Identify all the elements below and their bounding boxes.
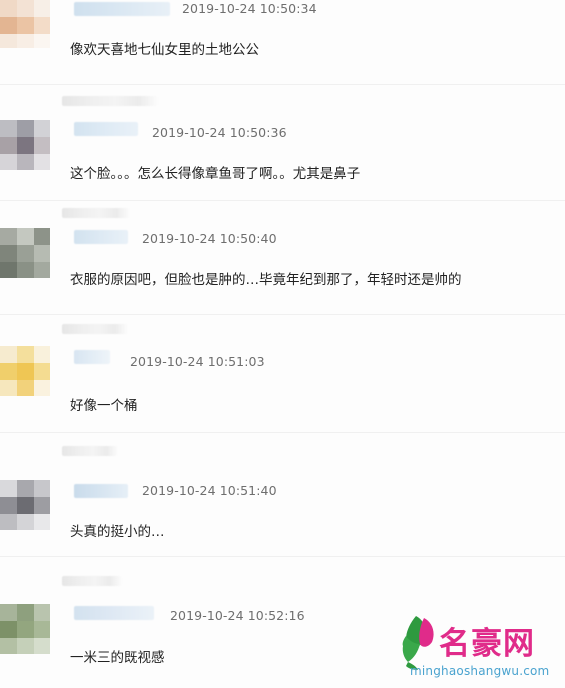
username-blurred[interactable] xyxy=(74,350,110,364)
comment-text: 像欢天喜地七仙女里的土地公公 xyxy=(70,42,259,58)
watermark-url: minghaoshangwu.com xyxy=(410,664,550,678)
blurred-reply-context xyxy=(62,446,118,456)
avatar[interactable] xyxy=(0,0,50,48)
blurred-reply-context xyxy=(62,576,122,586)
avatar[interactable] xyxy=(0,480,50,530)
username-blurred[interactable] xyxy=(74,122,138,136)
comment-text: 好像一个桶 xyxy=(70,398,138,414)
avatar[interactable] xyxy=(0,228,50,278)
avatar[interactable] xyxy=(0,120,50,170)
username-blurred[interactable] xyxy=(74,2,170,16)
leaf-head-logo-icon xyxy=(402,616,434,670)
blurred-reply-context xyxy=(62,324,128,334)
comment-timestamp: 2019-10-24 10:50:40 xyxy=(142,231,277,246)
comment-text: 一米三的既视感 xyxy=(70,650,165,666)
site-watermark: 名豪网 minghaoshangwu.com xyxy=(394,612,562,686)
comment-timestamp: 2019-10-24 10:51:40 xyxy=(142,483,277,498)
comment-timestamp: 2019-10-24 10:52:16 xyxy=(170,608,305,623)
avatar[interactable] xyxy=(0,604,50,654)
comment-feed: 2019-10-24 10:50:34 像欢天喜地七仙女里的土地公公 2019-… xyxy=(0,0,565,688)
comment-timestamp: 2019-10-24 10:50:36 xyxy=(152,125,287,140)
comment-text: 衣服的原因吧，但脸也是肿的…毕竟年纪到那了，年轻时还是帅的 xyxy=(70,272,462,288)
username-blurred[interactable] xyxy=(74,230,128,244)
comment-timestamp: 2019-10-24 10:51:03 xyxy=(130,354,265,369)
divider xyxy=(0,556,565,557)
comment-timestamp: 2019-10-24 10:50:34 xyxy=(182,1,317,16)
divider xyxy=(0,314,565,315)
username-blurred[interactable] xyxy=(74,484,128,498)
comment-text: 这个脸。。。怎么长得像章鱼哥了啊。。尤其是鼻子 xyxy=(70,166,361,182)
blurred-reply-context xyxy=(62,208,130,218)
comment-text: 头真的挺小的… xyxy=(70,524,165,540)
divider xyxy=(0,84,565,85)
blurred-reply-context xyxy=(62,96,158,106)
watermark-title: 名豪网 xyxy=(439,626,535,662)
divider xyxy=(0,200,565,201)
divider xyxy=(0,432,565,433)
username-blurred[interactable] xyxy=(74,606,154,620)
avatar[interactable] xyxy=(0,346,50,396)
